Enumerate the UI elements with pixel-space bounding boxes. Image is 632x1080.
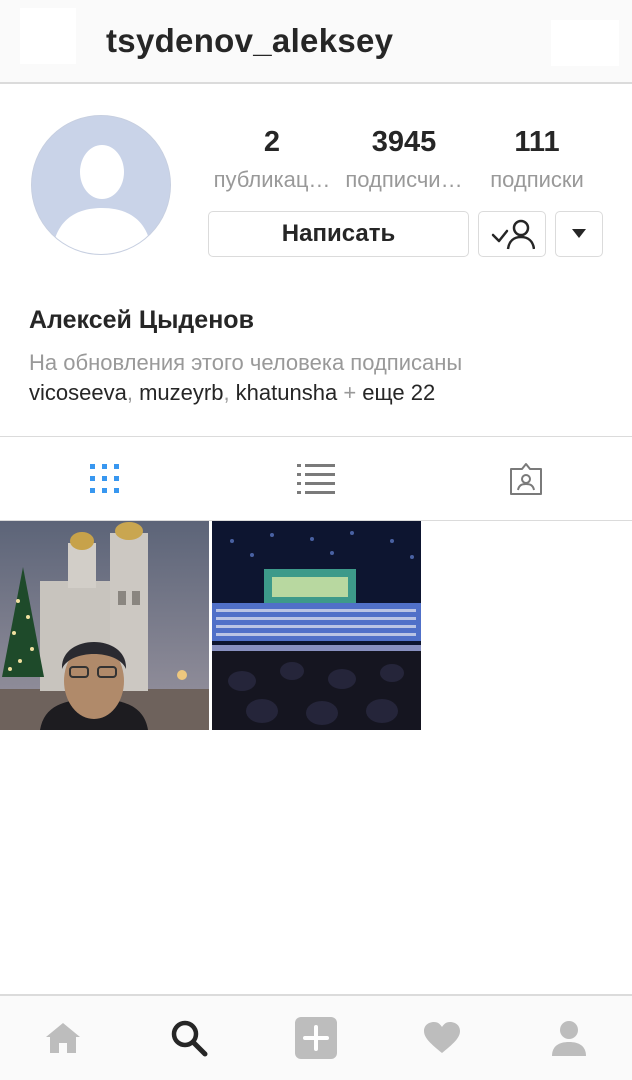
concert-hall-photo (212, 521, 421, 730)
nav-activity[interactable] (379, 996, 505, 1080)
heart-icon (424, 1022, 460, 1053)
back-button[interactable] (20, 8, 76, 64)
top-bar: tsydenov_aleksey (0, 0, 632, 84)
home-icon (46, 1023, 80, 1053)
followed-by-text: На обновления этого человека подписаны (29, 350, 463, 375)
dropdown-button[interactable] (555, 211, 603, 257)
message-button[interactable]: Написать (208, 211, 469, 257)
tab-grid[interactable] (50, 437, 160, 521)
bottom-navigation (0, 994, 632, 1080)
profile-username: tsydenov_aleksey (106, 22, 394, 59)
tab-list[interactable] (261, 437, 371, 521)
add-post-icon (295, 1017, 337, 1059)
follower-link[interactable]: vicoseeva (29, 380, 127, 405)
stat-followers[interactable]: 3945 подписчи… (337, 124, 471, 200)
nav-profile[interactable] (506, 996, 632, 1080)
tagged-icon (510, 463, 542, 495)
profile-icon (552, 1021, 586, 1056)
grid-icon (90, 464, 119, 493)
default-avatar-icon (32, 116, 170, 254)
options-menu-button[interactable] (551, 20, 619, 66)
tab-tagged[interactable] (471, 437, 581, 521)
list-icon (297, 464, 335, 494)
stat-posts[interactable]: 2 публикац… (205, 124, 339, 200)
profile-tabs (0, 436, 632, 521)
following-check-icon (491, 219, 535, 250)
stat-following[interactable]: 111 подписки (470, 124, 604, 200)
following-button[interactable] (478, 211, 546, 257)
followed-by-list: vicoseeva, muzeyrb, khatunsha + еще 22 (29, 380, 436, 405)
follower-link[interactable]: muzeyrb (139, 380, 223, 405)
stat-following-label: подписки (490, 167, 584, 192)
stat-posts-count: 2 (263, 126, 281, 158)
stat-following-count: 111 (514, 126, 560, 158)
stat-posts-label: публикац… (213, 167, 331, 192)
nav-add-post[interactable] (253, 996, 379, 1080)
avatar (31, 115, 171, 255)
search-icon (171, 1020, 208, 1057)
post-thumbnail-selfie[interactable] (0, 521, 209, 730)
nav-search[interactable] (126, 996, 252, 1080)
follower-link[interactable]: khatunsha (236, 380, 338, 405)
stat-followers-label: подписчи… (345, 167, 463, 192)
stat-followers-count: 3945 (371, 126, 437, 158)
chevron-down-icon (572, 229, 586, 238)
more-followers-link[interactable]: еще 22 (362, 380, 435, 405)
post-thumbnail-concert[interactable] (212, 521, 421, 730)
nav-home[interactable] (0, 996, 126, 1080)
full-name: Алексей Цыденов (29, 306, 254, 334)
selfie-kremlin-photo (0, 521, 209, 730)
